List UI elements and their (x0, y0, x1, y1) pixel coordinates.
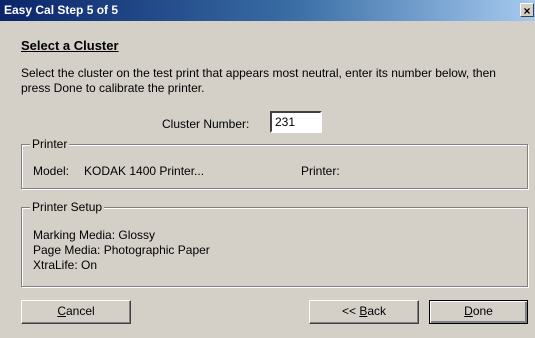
cancel-label-rest: ancel (65, 304, 95, 318)
back-prefix: << (341, 304, 360, 318)
instructions-text: Select the cluster on the test print tha… (21, 66, 496, 95)
cluster-number-input[interactable] (270, 111, 322, 133)
cancel-button[interactable]: Cancel (21, 300, 131, 324)
page-heading: Select a Cluster (21, 38, 119, 53)
cancel-mnemonic: C (57, 304, 66, 318)
window-title: Easy Cal Step 5 of 5 (4, 3, 119, 17)
title-bar[interactable]: Easy Cal Step 5 of 5 × (0, 0, 535, 21)
heading-mnemonic: S (21, 38, 30, 53)
printer-setup-group: Printer Setup Marking Media: Glossy Page… (21, 200, 528, 287)
marking-media-text: Marking Media: Glossy (33, 228, 156, 242)
done-label-rest: one (472, 304, 493, 318)
printer-group: Printer Model: KODAK 1400 Printer... Pri… (21, 137, 528, 189)
model-value: KODAK 1400 Printer... (84, 164, 205, 178)
printer-label: Printer: (301, 164, 340, 178)
back-button[interactable]: << Back (309, 300, 419, 324)
done-mnemonic: D (464, 304, 473, 318)
heading-rest: elect a Cluster (29, 38, 119, 53)
done-button[interactable]: Done (429, 300, 528, 324)
easy-cal-dialog: Easy Cal Step 5 of 5 × Select a Cluster … (0, 0, 535, 338)
page-media-text: Page Media: Photographic Paper (33, 243, 210, 257)
xtralife-text: XtraLife: On (33, 258, 98, 272)
printer-setup-legend: Printer Setup (30, 200, 105, 214)
cluster-number-label: Cluster Number: (162, 117, 250, 131)
back-label-rest: ack (367, 304, 387, 318)
close-icon[interactable]: × (520, 3, 534, 18)
model-label: Model: (33, 164, 70, 178)
printer-group-legend: Printer (30, 137, 70, 151)
